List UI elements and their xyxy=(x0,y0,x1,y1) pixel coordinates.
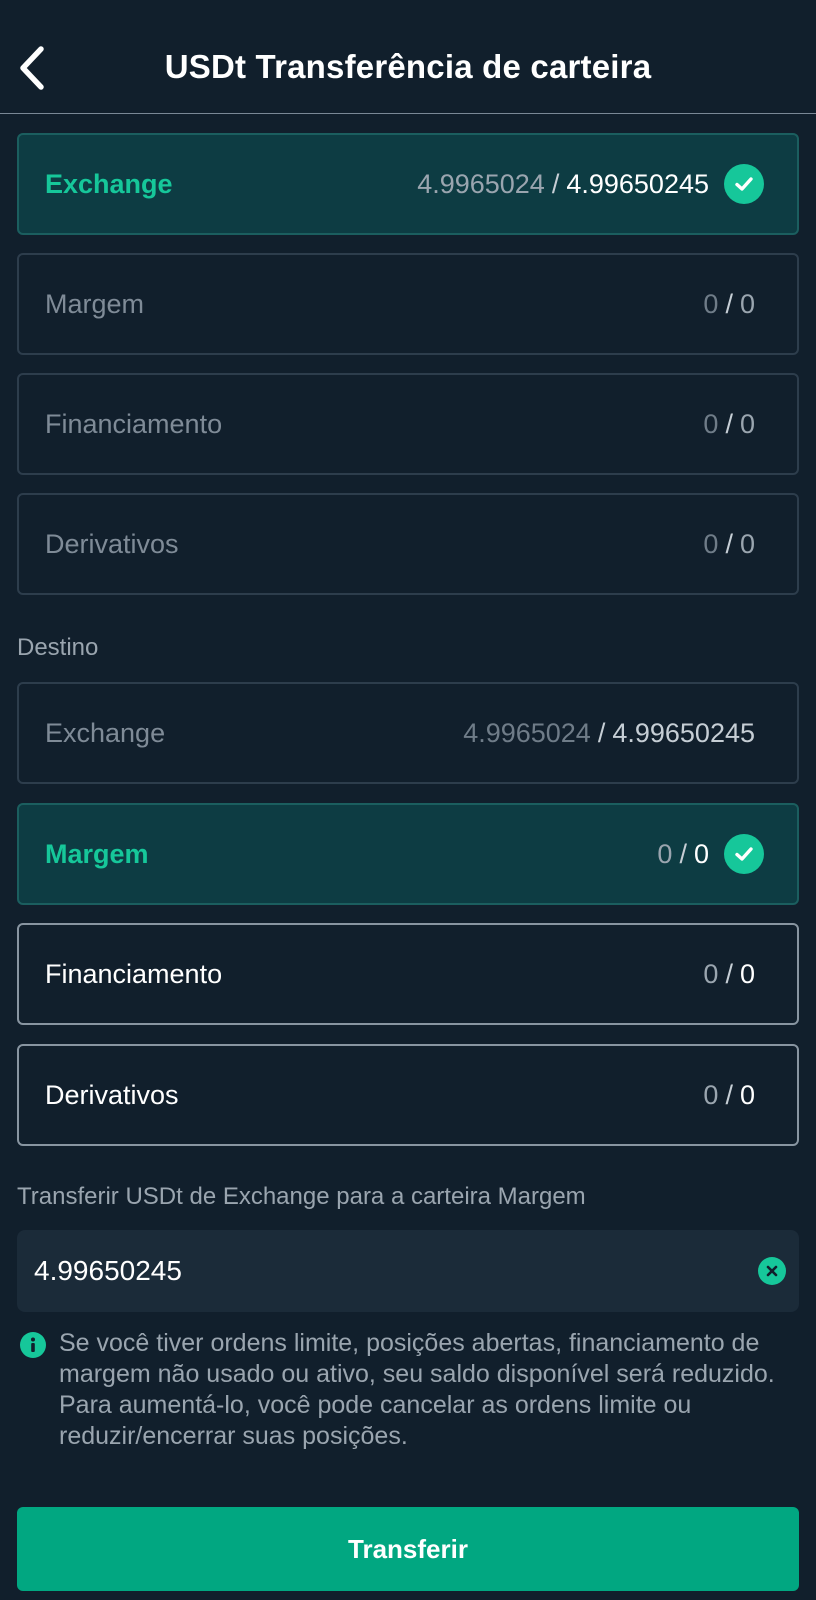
balance-separator: / xyxy=(551,168,560,199)
check-circle-icon xyxy=(724,164,764,204)
total-balance: 0 xyxy=(739,1079,755,1110)
origin-wallet-financiamento[interactable]: Financiamento 0 / 0 xyxy=(17,373,799,475)
wallet-balance: 0 / 0 xyxy=(703,925,755,1023)
available-balance: 0 xyxy=(703,1079,719,1110)
destination-wallet-margem[interactable]: Margem 0 / 0 xyxy=(17,803,799,905)
total-balance: 0 xyxy=(739,958,755,989)
app-header: USDt Transferência de carteira xyxy=(0,0,816,114)
transfer-description: Transferir USDt de Exchange para a carte… xyxy=(17,1183,586,1210)
wallet-transfer-form: Exchange 4.9965024 / 4.99650245 Margem 0… xyxy=(0,0,816,1600)
transfer-button[interactable]: Transferir xyxy=(17,1507,799,1591)
wallet-name: Derivativos xyxy=(45,528,179,559)
wallet-name: Financiamento xyxy=(45,958,223,989)
info-circle-icon xyxy=(20,1332,46,1358)
balance-separator: / xyxy=(725,528,733,559)
wallet-name: Exchange xyxy=(45,717,166,748)
total-balance: 4.99650245 xyxy=(566,168,709,199)
wallet-balance: 4.9965024 / 4.99650245 xyxy=(417,135,709,233)
amount-field xyxy=(17,1230,799,1312)
wallet-balance: 0 / 0 xyxy=(657,805,709,903)
balance-separator: / xyxy=(597,717,606,748)
total-balance: 0 xyxy=(739,408,755,439)
wallet-name: Margem xyxy=(45,838,149,869)
balance-separator: / xyxy=(679,838,687,869)
available-balance: 0 xyxy=(703,958,719,989)
balance-separator: / xyxy=(725,408,733,439)
available-balance: 0 xyxy=(703,288,719,319)
wallet-balance: 0 / 0 xyxy=(703,1046,755,1144)
origin-wallet-derivativos[interactable]: Derivativos 0 / 0 xyxy=(17,493,799,595)
total-balance: 0 xyxy=(739,528,755,559)
balance-separator: / xyxy=(725,958,733,989)
wallet-name: Margem xyxy=(45,288,145,319)
wallet-name: Derivativos xyxy=(45,1079,179,1110)
wallet-balance: 4.9965024 / 4.99650245 xyxy=(463,684,755,782)
available-balance: 4.9965024 xyxy=(417,168,545,199)
info-text: Se você tiver ordens limite, posições ab… xyxy=(59,1329,775,1450)
available-balance: 0 xyxy=(703,528,719,559)
clear-button[interactable] xyxy=(758,1257,786,1285)
destination-wallet-financiamento[interactable]: Financiamento 0 / 0 xyxy=(17,923,799,1025)
total-balance: 0 xyxy=(693,838,709,869)
balance-separator: / xyxy=(725,288,733,319)
destination-wallet-exchange[interactable]: Exchange 4.9965024 / 4.99650245 xyxy=(17,682,799,784)
total-balance: 0 xyxy=(739,288,755,319)
available-balance: 4.9965024 xyxy=(463,717,591,748)
wallet-balance: 0 / 0 xyxy=(703,255,755,353)
page-title: USDt Transferência de carteira xyxy=(164,48,652,85)
destination-wallet-derivativos[interactable]: Derivativos 0 / 0 xyxy=(17,1044,799,1146)
destination-label: Destino xyxy=(17,634,99,661)
check-circle-icon xyxy=(724,834,764,874)
origin-wallet-exchange[interactable]: Exchange 4.9965024 / 4.99650245 xyxy=(17,133,799,235)
balance-separator: / xyxy=(725,1079,733,1110)
origin-wallet-margem[interactable]: Margem 0 / 0 xyxy=(17,253,799,355)
available-balance: 0 xyxy=(657,838,673,869)
wallet-name: Financiamento xyxy=(45,408,223,439)
available-balance: 0 xyxy=(703,408,719,439)
amount-input[interactable] xyxy=(34,1230,714,1312)
wallet-name: Exchange xyxy=(45,168,173,199)
clear-icon xyxy=(766,1265,778,1277)
total-balance: 4.99650245 xyxy=(612,717,755,748)
wallet-balance: 0 / 0 xyxy=(703,375,755,473)
wallet-balance: 0 / 0 xyxy=(703,495,755,593)
